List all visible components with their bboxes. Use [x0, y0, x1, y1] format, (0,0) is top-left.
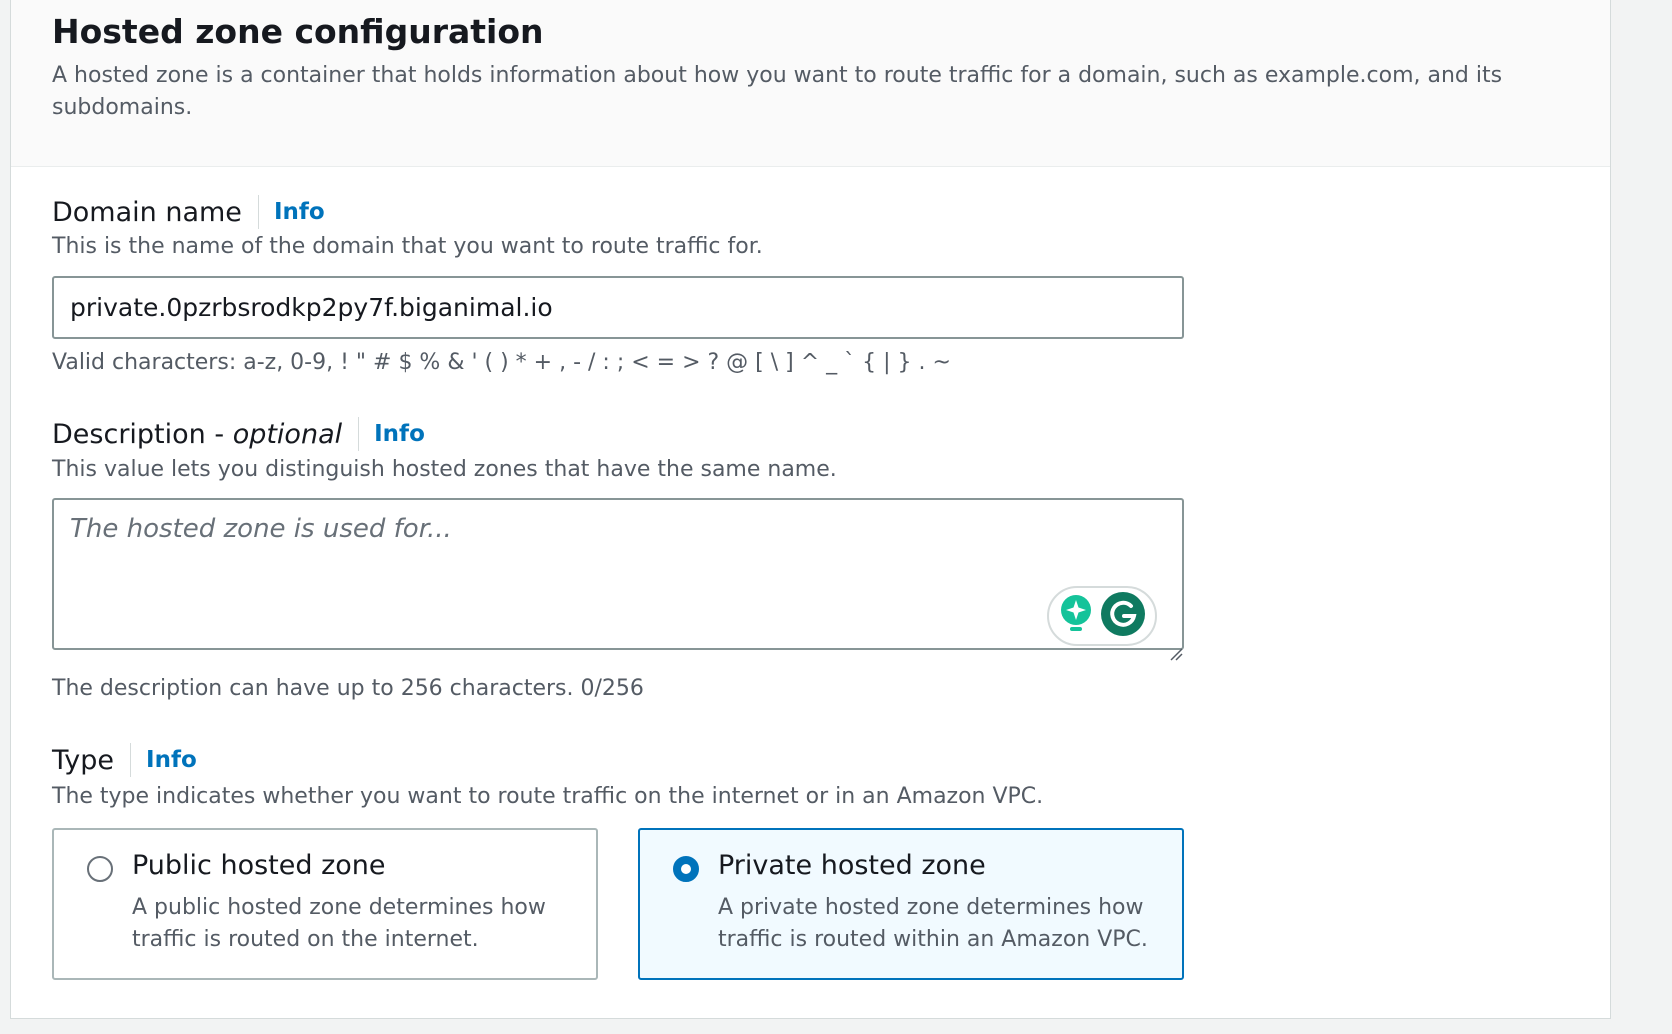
description-label-row: Description - optional Info [52, 414, 425, 454]
label-divider [358, 417, 360, 451]
public-hosted-zone-radio[interactable] [87, 856, 113, 882]
domain-name-input[interactable] [52, 276, 1184, 339]
description-constraint: The description can have up to 256 chara… [52, 676, 644, 701]
type-info-link[interactable]: Info [146, 747, 197, 773]
resize-grip-icon[interactable] [1169, 646, 1183, 661]
description-label: Description - optional [52, 418, 343, 450]
public-hosted-zone-title: Public hosted zone [132, 850, 386, 881]
private-hosted-zone-title: Private hosted zone [718, 850, 986, 881]
panel-header: Hosted zone configuration A hosted zone … [11, 0, 1610, 167]
domain-name-label-row: Domain name Info [52, 192, 325, 232]
domain-name-label: Domain name [52, 196, 242, 228]
private-hosted-zone-option[interactable]: Private hosted zone A private hosted zon… [638, 828, 1184, 980]
description-info-link[interactable]: Info [374, 421, 425, 447]
label-divider [257, 195, 259, 229]
type-label-row: Type Info [52, 740, 197, 780]
description-hint: This value lets you distinguish hosted z… [52, 457, 837, 482]
hosted-zone-configuration-panel: Hosted zone configuration A hosted zone … [10, 0, 1611, 1019]
description-optional-label: optional [232, 418, 343, 450]
label-divider [130, 743, 132, 777]
type-hint: The type indicates whether you want to r… [52, 784, 1044, 809]
grammarly-g-icon[interactable] [1100, 591, 1146, 641]
private-hosted-zone-description: A private hosted zone determines how tra… [718, 895, 1148, 952]
public-hosted-zone-option[interactable]: Public hosted zone A public hosted zone … [52, 828, 598, 980]
grammarly-suggestion-icon[interactable] [1058, 592, 1094, 640]
panel-description: A hosted zone is a container that holds … [52, 63, 1503, 120]
domain-name-hint: This is the name of the domain that you … [52, 234, 763, 259]
domain-name-constraint: Valid characters: a-z, 0-9, ! " # $ % & … [52, 350, 951, 375]
private-hosted-zone-radio[interactable] [673, 856, 699, 882]
domain-name-info-link[interactable]: Info [274, 199, 325, 225]
public-hosted-zone-description: A public hosted zone determines how traf… [132, 895, 546, 952]
grammarly-widget[interactable] [1047, 586, 1157, 646]
type-label: Type [52, 744, 115, 776]
description-textarea[interactable] [52, 498, 1184, 650]
panel-title: Hosted zone configuration [52, 12, 544, 51]
